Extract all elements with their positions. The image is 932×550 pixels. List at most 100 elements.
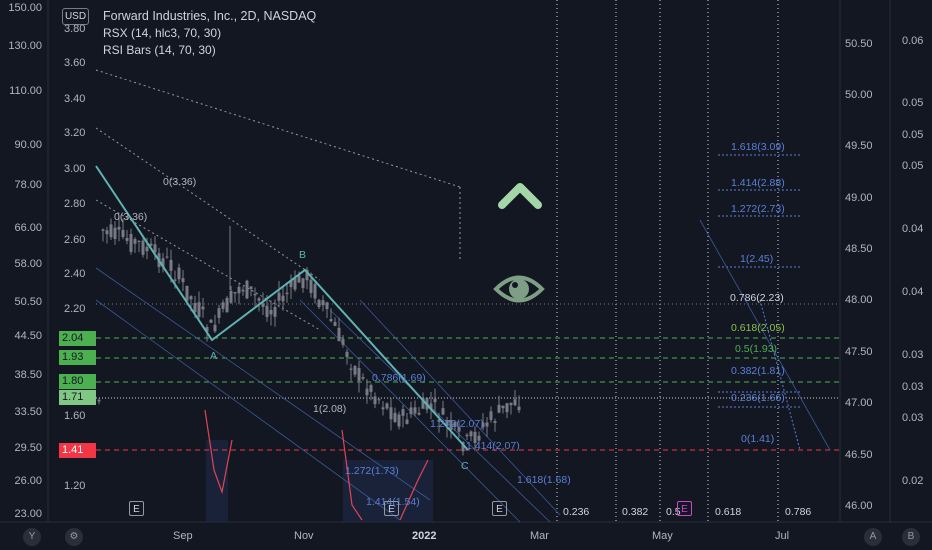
candle-body <box>185 285 189 302</box>
candle-body <box>329 319 333 322</box>
candle-body <box>101 229 105 231</box>
candle-body <box>121 229 125 238</box>
candle-body <box>173 279 177 281</box>
x-axis-label: Mar <box>530 530 549 542</box>
x-axis-label: Nov <box>294 530 314 542</box>
candle-body <box>269 309 273 315</box>
fib-level-label: 0(1.41) <box>741 433 775 445</box>
wave-label: C <box>461 460 469 472</box>
fib-level-label: 1.272(2.73) <box>731 203 785 215</box>
fib-level-label: 0.236(1.66) <box>731 392 785 404</box>
candle-body <box>517 406 521 411</box>
fib-extension-label: 1.272(1.73) <box>345 465 399 477</box>
earnings-marker[interactable]: E <box>384 501 399 516</box>
time-fib-label: 0.786 <box>785 506 812 518</box>
overlay-axis-label: 1.60 <box>64 410 86 422</box>
fib-extension-label: 1(2.08) <box>313 403 347 415</box>
left-axis-label: 150.00 <box>8 2 42 14</box>
fib-extension-label: 0(3.36) <box>163 176 197 188</box>
indicator-rsx-label[interactable]: RSX (14, hlc3, 70, 30) <box>103 25 316 42</box>
candle-body <box>409 407 413 415</box>
price-tag: 1.71 <box>59 390 96 405</box>
auto-scale-button[interactable]: A <box>864 528 882 546</box>
fib-extension-label: 0(3.36) <box>114 211 148 223</box>
overlay-axis-label: 2.20 <box>64 303 86 315</box>
right-axis-label: 48.00 <box>845 294 873 306</box>
candle-body <box>509 402 513 406</box>
far-right-axis-label: 0.03 <box>902 349 924 361</box>
left-axis-label: 58.00 <box>14 258 42 270</box>
left-axis-label: 26.00 <box>14 475 42 487</box>
candle-body <box>137 240 141 242</box>
candle-body <box>393 412 397 423</box>
time-fib-label: 0.618 <box>715 506 742 518</box>
earnings-marker[interactable]: E <box>129 501 144 516</box>
time-fib-label: 0.382 <box>622 506 649 518</box>
right-axis-label: 49.50 <box>845 140 873 152</box>
symbol-title[interactable]: Forward Industries, Inc., 2D, NASDAQ <box>103 8 316 25</box>
candle-body <box>217 308 221 318</box>
candle-body <box>141 240 145 255</box>
candle-body <box>181 278 185 283</box>
candle-body <box>385 403 389 409</box>
candle-body <box>125 237 129 241</box>
candle-body <box>189 296 193 300</box>
right-axis-label: 50.00 <box>845 89 873 101</box>
candle-body <box>253 293 257 296</box>
price-tag: 2.04 <box>59 331 96 346</box>
candle-body <box>265 305 269 317</box>
right-axis-label: 46.50 <box>845 449 873 461</box>
trend-line <box>95 69 461 188</box>
candle-body <box>337 327 341 342</box>
fib-level-label: 0.5(1.93) <box>735 343 778 355</box>
candle-body <box>365 388 369 396</box>
candle-body <box>249 286 253 290</box>
candle-body <box>345 351 349 358</box>
settings-gear-icon[interactable]: ⚙ <box>65 528 83 546</box>
indicator-rsi-bars-label[interactable]: RSI Bars (14, 70, 30) <box>103 42 316 59</box>
price-tag: 1.41 <box>59 443 96 458</box>
candle-body <box>313 284 317 299</box>
left-axis-label: 130.00 <box>8 40 42 52</box>
candle-body <box>389 407 393 420</box>
chevron-up-icon[interactable] <box>497 178 543 215</box>
candle-body <box>285 292 289 295</box>
far-right-axis-label: 0.03 <box>902 381 924 393</box>
candle-body <box>213 324 217 332</box>
candle-body <box>105 230 109 235</box>
candle-body <box>197 302 201 317</box>
left-axis-label: 50.50 <box>14 296 42 308</box>
candle-body <box>221 302 225 309</box>
overlay-axis-label: 2.40 <box>64 268 86 280</box>
left-axis-label: 66.00 <box>14 222 42 234</box>
candle-body <box>225 298 229 313</box>
candle-body <box>401 409 405 416</box>
overlay-axis-label: 3.00 <box>64 163 86 175</box>
candle-body <box>381 407 385 410</box>
candle-body <box>353 366 357 375</box>
candle-body <box>357 367 361 381</box>
earnings-marker-future[interactable]: E <box>677 501 692 516</box>
axis-scale-button[interactable]: Y <box>23 528 41 546</box>
candle-body <box>341 339 345 345</box>
eye-icon[interactable] <box>493 268 545 313</box>
candle-body <box>273 306 277 317</box>
candle-body <box>325 302 329 310</box>
left-axis-label: 33.50 <box>14 406 42 418</box>
candle-body <box>177 267 181 280</box>
fib-extension-label: 1.618(1.68) <box>517 474 571 486</box>
x-axis-label: May <box>652 530 673 542</box>
pane-scale-button[interactable]: B <box>902 528 920 546</box>
candle-body <box>497 404 501 413</box>
candle-body <box>513 399 517 406</box>
far-right-axis-label: 0.05 <box>902 160 924 172</box>
fib-extension-label: 1.414(2.07) <box>466 440 520 452</box>
candle-body <box>237 286 241 294</box>
candle-body <box>405 419 409 424</box>
candle-body <box>433 398 437 403</box>
far-right-axis-label: 0.05 <box>902 97 924 109</box>
candle-body <box>117 226 121 230</box>
overlay-axis-label: 1.20 <box>64 480 86 492</box>
earnings-marker[interactable]: E <box>492 501 507 516</box>
right-axis-label: 46.00 <box>845 500 873 512</box>
